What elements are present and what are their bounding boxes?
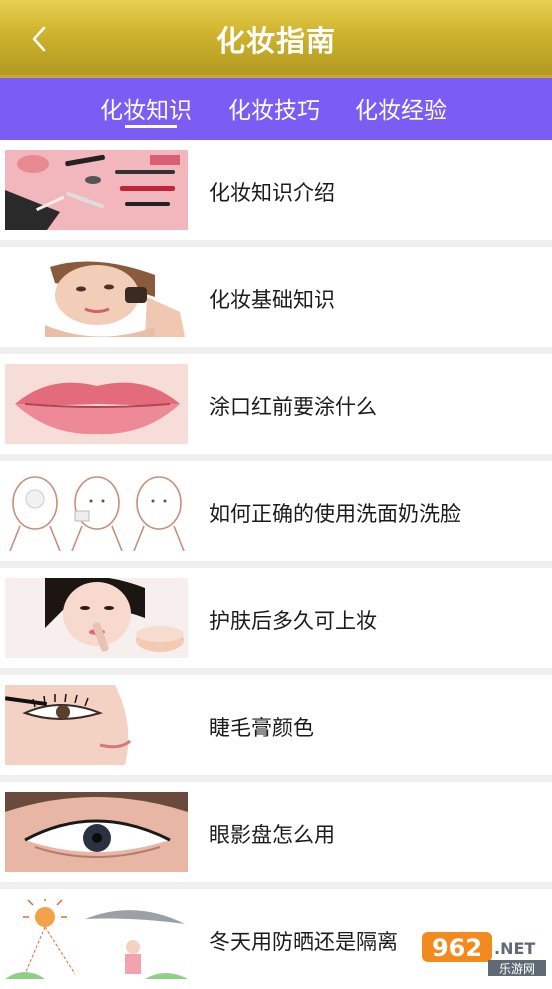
- watermark-number: 962: [432, 934, 482, 962]
- list-item[interactable]: 护肤后多久可上妆: [0, 568, 552, 668]
- article-title: 涂口红前要涂什么: [209, 395, 377, 419]
- tab-makeup-knowledge[interactable]: 化妆知识: [100, 91, 192, 125]
- article-title: 睫毛膏颜色: [209, 716, 314, 740]
- watermark-suffix: .NET: [494, 939, 535, 958]
- makeup-products-image: [5, 150, 188, 230]
- list-item[interactable]: 如何正确的使用洗面奶洗脸: [0, 461, 552, 561]
- article-title: 如何正确的使用洗面奶洗脸: [209, 502, 461, 526]
- watermark-text: 乐游网: [499, 962, 535, 976]
- eye-shadow-image: [5, 792, 188, 872]
- app-header: 化妆指南: [0, 0, 552, 78]
- article-title: 化妆知识介绍: [209, 181, 335, 205]
- tab-bar: 化妆知识 化妆技巧 化妆经验: [0, 78, 552, 140]
- list-item[interactable]: 涂口红前要涂什么: [0, 354, 552, 454]
- woman-cream-image: [5, 578, 188, 658]
- article-title: 眼影盘怎么用: [209, 823, 335, 847]
- site-watermark: 962 .NET 乐游网: [420, 928, 550, 978]
- tab-makeup-experience[interactable]: 化妆经验: [355, 91, 447, 125]
- active-tab-indicator: [125, 125, 177, 128]
- list-item[interactable]: 化妆基础知识: [0, 247, 552, 347]
- list-item[interactable]: 化妆知识介绍: [0, 140, 552, 240]
- face-washing-steps-image: [5, 471, 188, 551]
- page-title: 化妆指南: [215, 24, 336, 58]
- list-item[interactable]: 眼影盘怎么用: [0, 782, 552, 882]
- sun-umbrella-image: [5, 899, 188, 979]
- article-title: 化妆基础知识: [209, 288, 335, 312]
- lips-image: [5, 364, 188, 444]
- list-item[interactable]: 睫毛膏颜色: [0, 675, 552, 775]
- eyelash-mascara-image: [5, 685, 188, 765]
- tab-makeup-skills[interactable]: 化妆技巧: [228, 91, 320, 125]
- article-title: 冬天用防晒还是隔离: [209, 930, 398, 954]
- article-title: 护肤后多久可上妆: [209, 609, 377, 633]
- woman-blush-brush-image: [5, 257, 188, 337]
